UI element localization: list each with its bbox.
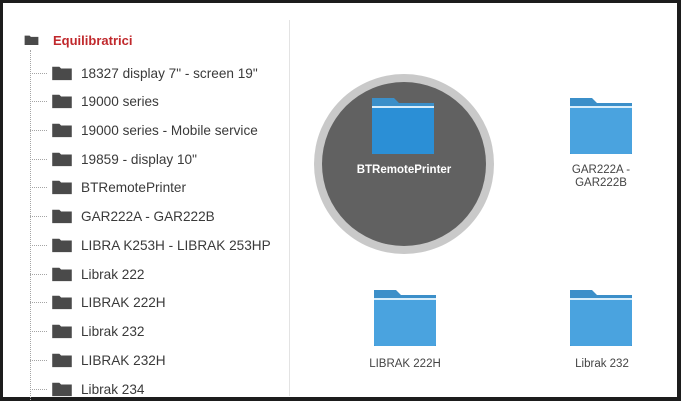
tree-root[interactable]: Equilibratrici xyxy=(24,30,132,50)
tree-connector xyxy=(30,388,47,390)
tree-item-label: 18327 display 7" - screen 19" xyxy=(81,65,258,81)
folder-icon xyxy=(52,238,72,253)
folder-icon xyxy=(52,123,72,138)
folder-tile-label: GAR222A - GAR222B xyxy=(571,164,631,189)
tree-item[interactable]: 19000 series - Mobile service xyxy=(30,120,258,140)
tree-item-label: LIBRA K253H - LIBRAK 253HP xyxy=(81,237,271,253)
tree-item[interactable]: 19000 series xyxy=(30,91,159,111)
folder-tree: Equilibratrici 18327 display 7" - screen … xyxy=(6,6,289,400)
tree-item[interactable]: BTRemotePrinter xyxy=(30,177,186,197)
tree-item[interactable]: Librak 234 xyxy=(30,379,144,399)
folder-tile-label: BTRemotePrinter xyxy=(356,164,452,176)
tree-item-label: Librak 222 xyxy=(81,266,145,282)
folder-tile-label: LIBRAK 222H xyxy=(369,358,441,370)
tree-connector xyxy=(30,100,47,102)
tree-item[interactable]: 18327 display 7" - screen 19" xyxy=(30,63,258,83)
tree-item[interactable]: 19859 - display 10" xyxy=(30,149,197,169)
folder-icon xyxy=(52,66,72,81)
folder-icon xyxy=(374,290,436,346)
folder-icon xyxy=(372,98,434,154)
folder-icon xyxy=(570,98,632,154)
tree-connector xyxy=(30,158,47,160)
tree-item[interactable]: GAR222A - GAR222B xyxy=(30,206,215,226)
tree-item[interactable]: Librak 222 xyxy=(30,264,144,284)
tree-connector xyxy=(30,186,47,188)
tree-item-label: Librak 234 xyxy=(81,381,145,397)
tree-item[interactable]: LIBRAK 232H xyxy=(30,350,166,370)
tree-connector xyxy=(30,301,47,303)
folder-icon xyxy=(52,353,72,368)
folder-icon xyxy=(52,382,72,397)
tree-item[interactable]: LIBRAK 222H xyxy=(30,292,166,312)
tree-item-label: LIBRAK 232H xyxy=(81,352,166,368)
folder-icon xyxy=(570,290,632,346)
folder-icon xyxy=(24,35,39,45)
tree-item[interactable]: LIBRA K253H - LIBRAK 253HP xyxy=(30,235,271,255)
folder-icon xyxy=(52,94,72,109)
tree-item-label: 19000 series - Mobile service xyxy=(81,122,258,138)
tree-item-label: GAR222A - GAR222B xyxy=(81,208,215,224)
folder-icon xyxy=(52,209,72,224)
tree-connector xyxy=(30,273,47,275)
pane-divider xyxy=(289,20,290,396)
tree-connector xyxy=(30,330,47,332)
tree-connector xyxy=(30,72,47,74)
folder-icon xyxy=(52,324,72,339)
folder-icon xyxy=(52,180,72,195)
tree-item-label: Librak 232 xyxy=(81,323,145,339)
folder-icon xyxy=(52,267,72,282)
tree-item[interactable]: Librak 232 xyxy=(30,321,144,341)
folder-tile-label: Librak 232 xyxy=(575,358,629,370)
tree-connector xyxy=(30,359,47,361)
folder-icon xyxy=(52,295,72,310)
folder-icon xyxy=(52,152,72,167)
tree-connector xyxy=(30,129,47,131)
tree-item-label: LIBRAK 222H xyxy=(81,294,166,310)
tree-item-label: 19000 series xyxy=(81,93,159,109)
tree-item-label: BTRemotePrinter xyxy=(81,179,187,195)
file-browser-window: Equilibratrici 18327 display 7" - screen … xyxy=(0,0,681,401)
tree-root-label: Equilibratrici xyxy=(53,32,133,48)
tree-connector xyxy=(30,244,47,246)
tree-connector xyxy=(30,215,47,217)
tree-item-label: 19859 - display 10" xyxy=(81,151,197,167)
